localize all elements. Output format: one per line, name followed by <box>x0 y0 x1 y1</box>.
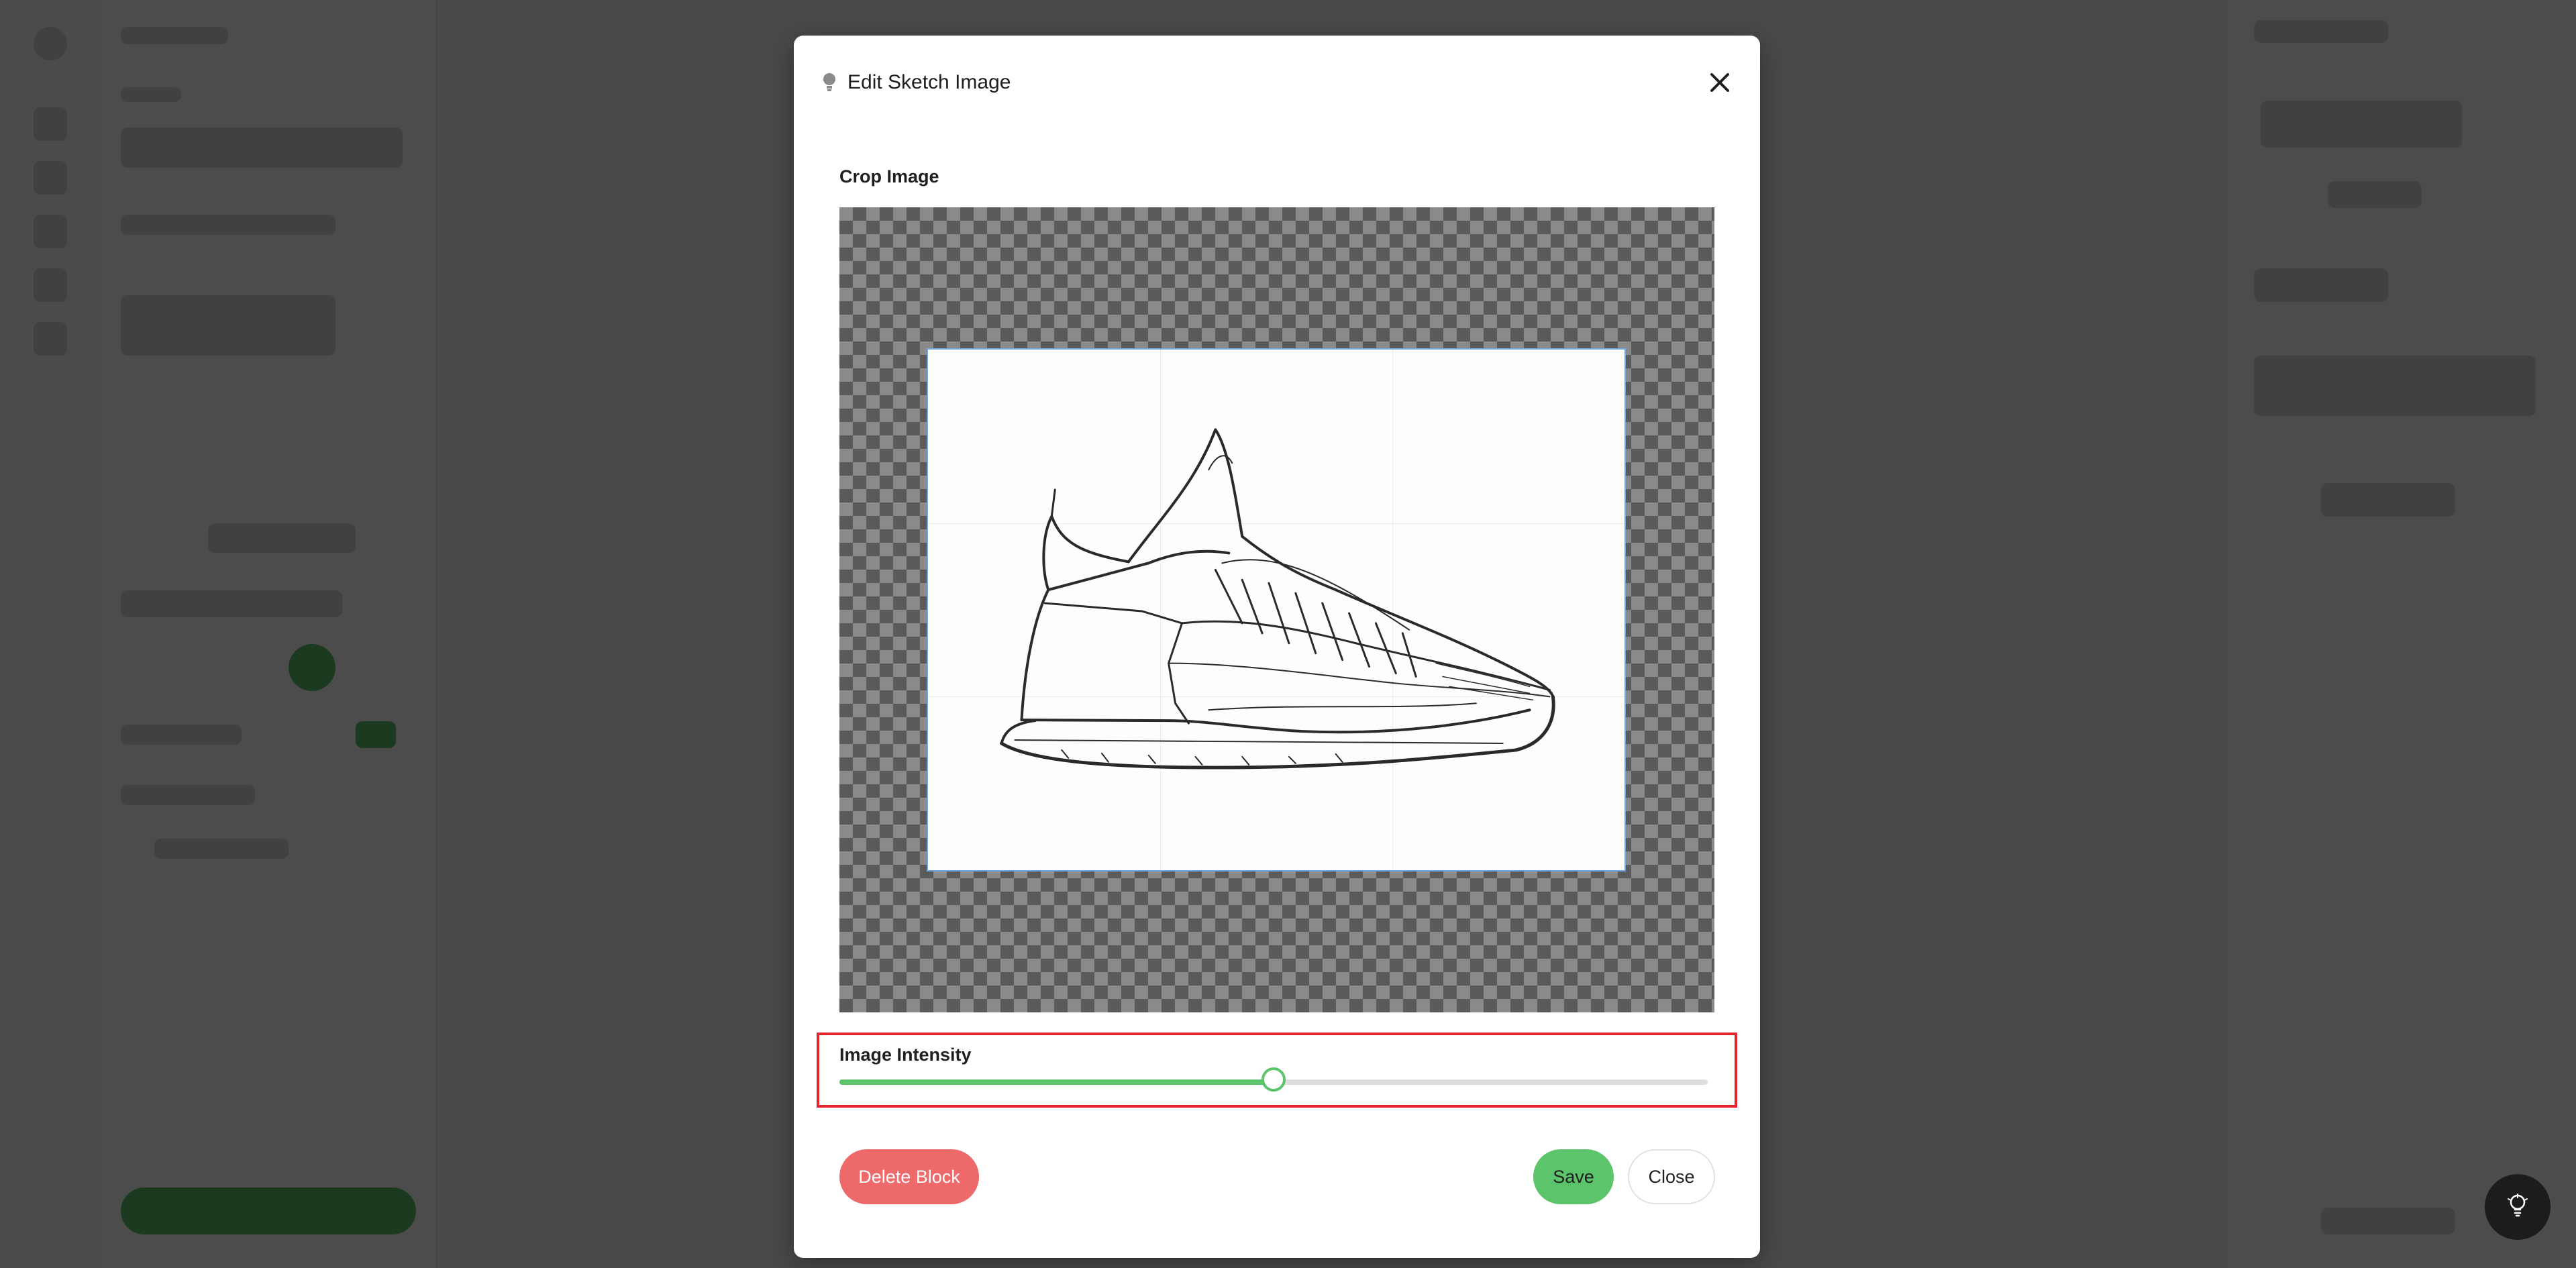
help-button[interactable] <box>2485 1174 2551 1240</box>
crop-canvas[interactable] <box>839 207 1714 1012</box>
image-intensity-section: Image Intensity <box>817 1033 1737 1108</box>
close-icon[interactable] <box>1700 62 1740 103</box>
image-intensity-slider[interactable] <box>839 1067 1708 1092</box>
sneaker-sketch-image <box>1000 428 1555 770</box>
image-intensity-label: Image Intensity <box>839 1045 972 1065</box>
lightbulb-icon <box>821 71 838 94</box>
edit-sketch-image-modal: Edit Sketch Image Crop Image Image Inten… <box>794 36 1760 1258</box>
close-button[interactable]: Close <box>1628 1149 1715 1204</box>
crop-selection-box[interactable] <box>927 348 1626 871</box>
slider-thumb[interactable] <box>1261 1067 1286 1092</box>
slider-fill <box>839 1079 1274 1085</box>
save-button[interactable]: Save <box>1533 1149 1614 1204</box>
modal-title: Edit Sketch Image <box>847 71 1011 93</box>
modal-header: Edit Sketch Image <box>821 69 1011 96</box>
lightbulb-icon <box>2506 1192 2529 1222</box>
crop-image-label: Crop Image <box>839 166 939 187</box>
delete-block-button[interactable]: Delete Block <box>839 1149 979 1204</box>
